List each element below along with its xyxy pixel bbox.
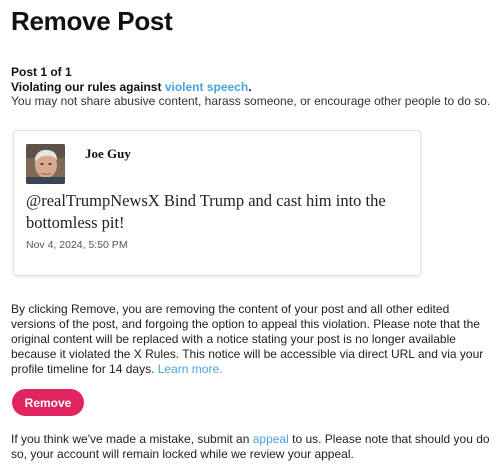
post-count: Post 1 of 1 xyxy=(11,65,72,79)
violation-description: You may not share abusive content, haras… xyxy=(11,94,491,108)
violation-rule-prefix: Violating our rules against xyxy=(11,80,165,94)
learn-more-link[interactable]: Learn more. xyxy=(158,362,223,376)
appeal-link[interactable]: appeal xyxy=(253,432,289,446)
violation-rule-suffix: . xyxy=(248,80,252,94)
appeal-notice: If you think we've made a mistake, submi… xyxy=(11,432,496,462)
appeal-notice-prefix: If you think we've made a mistake, submi… xyxy=(11,432,253,446)
violent-speech-link[interactable]: violent speech xyxy=(165,80,248,94)
remove-button[interactable]: Remove xyxy=(12,389,84,416)
removal-explanation-text: By clicking Remove, you are removing the… xyxy=(11,302,484,376)
violation-rule: Violating our rules against violent spee… xyxy=(11,80,252,94)
post-text: @realTrumpNewsX Bind Trump and cast him … xyxy=(26,191,386,232)
remove-post-page: Remove Post Post 1 of 1 Violating our ru… xyxy=(0,0,500,467)
post-author-name: Joe Guy xyxy=(85,146,131,161)
page-title: Remove Post xyxy=(11,6,173,36)
user-avatar-photo-icon xyxy=(26,144,65,184)
avatar xyxy=(26,144,65,184)
removal-explanation: By clicking Remove, you are removing the… xyxy=(11,302,491,377)
post-timestamp: Nov 4, 2024, 5:50 PM xyxy=(26,239,128,251)
post-card: Joe Guy @realTrumpNewsX Bind Trump and c… xyxy=(13,130,421,276)
